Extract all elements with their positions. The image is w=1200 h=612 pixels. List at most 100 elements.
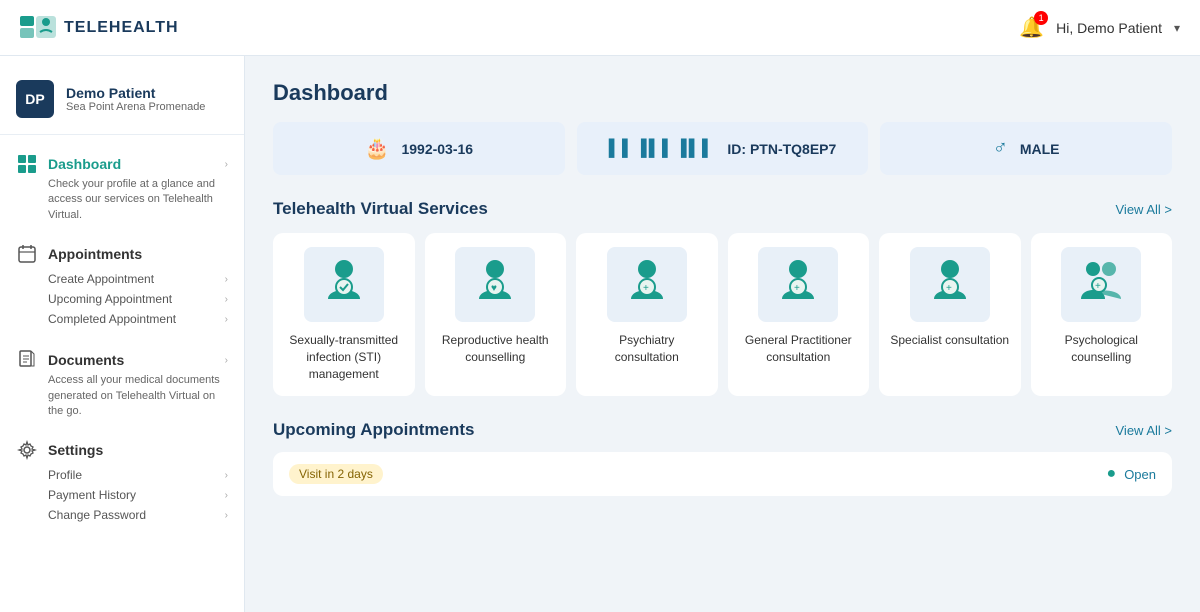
sti-icon-wrap — [304, 247, 384, 322]
user-greeting: Hi, Demo Patient — [1056, 20, 1162, 36]
svg-text:+: + — [1095, 281, 1101, 292]
change-password-label: Change Password — [48, 508, 146, 522]
nav-item-documents[interactable]: Documents › Access all your medical docu… — [0, 343, 244, 425]
service-card-specialist[interactable]: + Specialist consultation — [879, 233, 1021, 396]
dob-icon: 🎂 — [365, 136, 390, 161]
change-password-chevron: › — [225, 510, 228, 521]
sti-label: Sexually-transmitted infection (STI) man… — [283, 332, 405, 382]
dashboard-desc: Check your profile at a glance and acces… — [16, 177, 228, 223]
gender-value: MALE — [1020, 141, 1060, 157]
nav-item-header-documents[interactable]: Documents › — [16, 349, 228, 371]
sidebar-item-completed-appointment[interactable]: Completed Appointment › — [48, 309, 228, 329]
appointment-status-wrap: ● Open — [1107, 465, 1156, 483]
appointments-icon — [16, 243, 38, 265]
psychological-icon: + — [1071, 255, 1131, 315]
logo-text: TELEHEALTH — [64, 19, 179, 37]
payment-history-label: Payment History — [48, 488, 136, 502]
info-card-dob: 🎂 1992-03-16 — [273, 122, 565, 175]
user-menu-chevron[interactable]: ▾ — [1174, 21, 1180, 35]
services-section-header: Telehealth Virtual Services View All > — [273, 199, 1172, 219]
patient-id-value: ID: PTN-TQ8EP7 — [727, 141, 836, 157]
services-grid: Sexually-transmitted infection (STI) man… — [273, 233, 1172, 396]
documents-icon — [16, 349, 38, 371]
appointments-subitems: Create Appointment › Upcoming Appointmen… — [16, 269, 228, 329]
sidebar-item-change-password[interactable]: Change Password › — [48, 505, 228, 525]
gp-icon-wrap: + — [758, 247, 838, 322]
profile-label: Profile — [48, 468, 82, 482]
nav-item-settings[interactable]: Settings Profile › Payment History › Cha… — [0, 433, 244, 531]
dashboard-icon — [16, 153, 38, 175]
info-card-gender: ♂ MALE — [880, 122, 1172, 175]
settings-icon — [16, 439, 38, 461]
gender-icon: ♂ — [993, 137, 1008, 160]
appointments-section-header: Upcoming Appointments View All > — [273, 420, 1172, 440]
service-card-psychiatry[interactable]: + Psychiatry consultation — [576, 233, 718, 396]
notification-count: 1 — [1034, 11, 1048, 25]
settings-subitems: Profile › Payment History › Change Passw… — [16, 465, 228, 525]
nav-right: 🔔 1 Hi, Demo Patient ▾ — [1019, 15, 1180, 40]
nav-item-appointments[interactable]: Appointments Create Appointment › Upcomi… — [0, 237, 244, 335]
status-dot: ● — [1107, 465, 1117, 483]
appointment-status: Open — [1124, 467, 1156, 482]
user-card: DP Demo Patient Sea Point Arena Promenad… — [0, 72, 244, 135]
psychiatry-icon-wrap: + — [607, 247, 687, 322]
nav-item-header-settings[interactable]: Settings — [16, 439, 228, 461]
sidebar: DP Demo Patient Sea Point Arena Promenad… — [0, 56, 245, 612]
dashboard-chevron: › — [225, 159, 228, 170]
profile-chevron: › — [225, 470, 228, 481]
dob-value: 1992-03-16 — [401, 141, 473, 157]
sidebar-item-upcoming-appointment[interactable]: Upcoming Appointment › — [48, 289, 228, 309]
services-view-all[interactable]: View All > — [1116, 202, 1173, 217]
specialist-icon-wrap: + — [910, 247, 990, 322]
appointments-view-all[interactable]: View All > — [1116, 423, 1173, 438]
nav-section-documents: Documents › Access all your medical docu… — [0, 339, 244, 429]
barcode-icon: ▌▌▐▌▌▐▌▌ — [609, 140, 716, 158]
svg-text:+: + — [946, 283, 952, 294]
create-appointment-chevron: › — [225, 274, 228, 285]
sidebar-item-payment-history[interactable]: Payment History › — [48, 485, 228, 505]
nav-section-dashboard: Dashboard › Check your profile at a glan… — [0, 143, 244, 233]
dashboard-label: Dashboard — [48, 156, 121, 172]
psychiatry-icon: + — [617, 255, 677, 315]
service-card-gp[interactable]: + General Practitioner consultation — [728, 233, 870, 396]
reproductive-label: Reproductive health counselling — [435, 332, 557, 366]
user-name: Demo Patient — [66, 85, 205, 101]
page-title: Dashboard — [273, 80, 1172, 106]
sidebar-item-profile[interactable]: Profile › — [48, 465, 228, 485]
appointment-badge: Visit in 2 days — [289, 464, 383, 484]
nav-item-header-appointments[interactable]: Appointments — [16, 243, 228, 265]
main-content: Dashboard 🎂 1992-03-16 ▌▌▐▌▌▐▌▌ ID: PTN-… — [245, 56, 1200, 612]
logo: TELEHEALTH — [20, 14, 179, 42]
sti-icon — [314, 255, 374, 315]
reproductive-icon: ♥ — [465, 255, 525, 315]
psychiatry-label: Psychiatry consultation — [586, 332, 708, 366]
specialist-label: Specialist consultation — [890, 332, 1009, 349]
nav-section-appointments: Appointments Create Appointment › Upcomi… — [0, 233, 244, 339]
reproductive-icon-wrap: ♥ — [455, 247, 535, 322]
gp-icon: + — [768, 255, 828, 315]
service-card-sti[interactable]: Sexually-transmitted infection (STI) man… — [273, 233, 415, 396]
nav-item-dashboard[interactable]: Dashboard › Check your profile at a glan… — [0, 147, 244, 229]
services-title: Telehealth Virtual Services — [273, 199, 488, 219]
gp-label: General Practitioner consultation — [738, 332, 860, 366]
appointments-title: Upcoming Appointments — [273, 420, 474, 440]
notification-bell[interactable]: 🔔 1 — [1019, 15, 1044, 40]
user-location: Sea Point Arena Promenade — [66, 101, 205, 113]
completed-appointment-label: Completed Appointment — [48, 312, 176, 326]
specialist-icon: + — [920, 255, 980, 315]
nav-section-settings: Settings Profile › Payment History › Cha… — [0, 429, 244, 535]
user-info: Demo Patient Sea Point Arena Promenade — [66, 85, 205, 113]
documents-label: Documents — [48, 352, 124, 368]
sidebar-item-create-appointment[interactable]: Create Appointment › — [48, 269, 228, 289]
settings-label: Settings — [48, 442, 103, 458]
avatar: DP — [16, 80, 54, 118]
documents-desc: Access all your medical documents genera… — [16, 373, 228, 419]
service-card-psychological[interactable]: + Psychological counselling — [1031, 233, 1173, 396]
psychological-icon-wrap: + — [1061, 247, 1141, 322]
payment-history-chevron: › — [225, 490, 228, 501]
service-card-reproductive[interactable]: ♥ Reproductive health counselling — [425, 233, 567, 396]
appointments-label: Appointments — [48, 246, 142, 262]
nav-item-header-dashboard[interactable]: Dashboard › — [16, 153, 228, 175]
upcoming-appointment-label: Upcoming Appointment — [48, 292, 172, 306]
info-card-patient-id: ▌▌▐▌▌▐▌▌ ID: PTN-TQ8EP7 — [577, 122, 869, 175]
